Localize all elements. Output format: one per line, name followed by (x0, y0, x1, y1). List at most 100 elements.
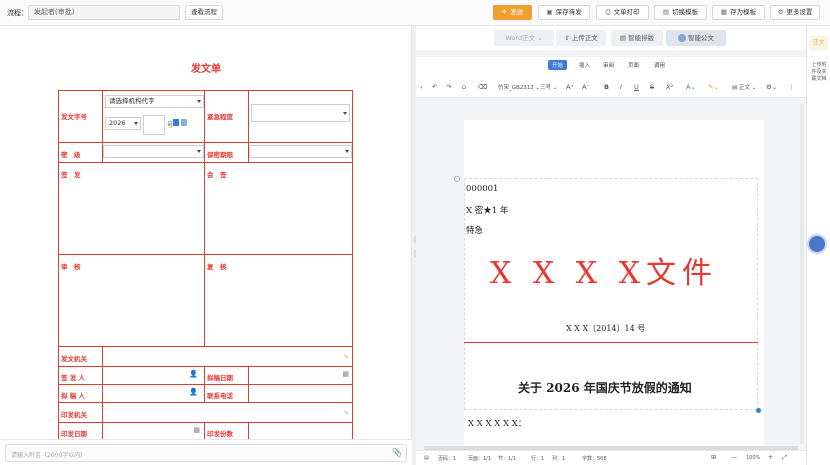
person-icon[interactable]: 👤 (189, 370, 198, 378)
save-icon: ▣ (546, 8, 553, 16)
superscript-icon[interactable]: X² (666, 83, 673, 91)
strikethrough-icon[interactable]: S (650, 83, 654, 91)
status-section: 节：1/1 (498, 456, 517, 462)
italic-icon[interactable]: I (620, 83, 622, 91)
zoom-out-icon[interactable]: — (731, 454, 737, 461)
person-icon[interactable]: 👤 (189, 388, 198, 396)
issuer-org-field[interactable]: ✎ (103, 347, 353, 367)
fullscreen-icon[interactable]: ⤢ (782, 454, 787, 462)
recheck-area[interactable]: 复 核 (205, 255, 353, 347)
menu-page[interactable]: 页面 (628, 61, 639, 69)
doc-view-icon[interactable]: ▤ (424, 455, 429, 461)
doc-serial: 000001 (466, 184, 499, 194)
phone-field[interactable] (249, 385, 353, 403)
font-name-select[interactable]: 仿宋_GB2312 ⌄ (498, 83, 540, 91)
menu-review[interactable]: 审阅 (603, 61, 614, 69)
attachment-note-input[interactable]: 请输入附言（2000字以内） 📎 (5, 444, 407, 462)
status-page: 页码：1 (438, 456, 457, 462)
bold-icon[interactable]: B (604, 83, 609, 91)
zoom-in-icon[interactable]: + (768, 454, 773, 461)
form-panel: 发文单 发文字号 请选择机构代字 2026 号 紧急程度 密 级 保密期限 签 … (0, 26, 412, 439)
calendar-icon[interactable]: ▦ (193, 426, 200, 434)
review-area[interactable]: 审 核 (59, 255, 205, 347)
more-icon[interactable]: ⋮ (788, 83, 795, 91)
draft-date-field[interactable]: ▦ (249, 367, 353, 385)
undo-icon[interactable]: ↶ (432, 83, 437, 91)
org-code-select[interactable]: 请选择机构代字 (105, 95, 204, 108)
ai-icon (678, 34, 686, 42)
tab-smart-layout[interactable]: ▤ 智能排版 (611, 30, 663, 46)
font-color-icon[interactable]: A⌄ (686, 83, 696, 91)
flow-label: 流程： (7, 9, 28, 17)
edit-icon[interactable]: ✎ (344, 354, 349, 361)
font-size-select[interactable]: 三号 ⌄ (540, 83, 557, 91)
tab-word-body[interactable]: Word正文 ⌄ (494, 30, 554, 46)
paragraph-style-select[interactable]: ▤ 正文 ⌄ (732, 83, 756, 91)
flow-select[interactable]: 发起者(审批) (28, 5, 180, 20)
doc-number-input[interactable] (143, 115, 165, 135)
edit-icon[interactable]: ✎ (344, 410, 349, 417)
doc-secret: X 密★1 年 (466, 206, 509, 216)
secret-period-label: 保密期限 (207, 151, 233, 159)
font-grow-icon[interactable]: A⁺ (566, 83, 574, 91)
tab-upload-body[interactable]: ⇪ 上传正文 (556, 30, 606, 46)
refresh-number-icon[interactable] (181, 119, 187, 126)
font-shrink-icon[interactable]: A⁻ (582, 83, 590, 91)
attachment-note-bar: 请输入附言（2000字以内） 📎 (0, 439, 412, 465)
sidebar-tab-body[interactable]: 正文 (810, 36, 828, 50)
print-copies-field[interactable] (249, 423, 353, 439)
review-label: 审 核 (61, 263, 81, 271)
gear-icon: ⚙ (777, 8, 784, 16)
view-flow-button[interactable]: 查看流程 (185, 5, 223, 20)
switch-template-button[interactable]: ▤ 切换模板 (654, 5, 707, 20)
urgency-select[interactable] (251, 104, 350, 122)
print-org-field[interactable]: ✎ (103, 403, 353, 423)
form-title: 发文单 (191, 64, 221, 75)
tab-smart-doc[interactable]: 智能公文 (666, 30, 726, 46)
resize-handle[interactable] (756, 408, 761, 413)
more-settings-button[interactable]: ⚙ 更多设置 (770, 5, 820, 20)
sidebar-tab-attachments[interactable]: 上传附件及关联文档 (810, 62, 828, 83)
menu-call[interactable]: 调用 (654, 61, 665, 69)
status-row: 行：1 (531, 456, 545, 462)
signer-field[interactable]: 👤 (103, 367, 205, 385)
send-icon: ✈ (501, 8, 508, 16)
secret-level-select[interactable] (103, 145, 204, 158)
save-draft-button[interactable]: ▣ 保存待发 (538, 5, 590, 20)
upload-icon: ⇪ (564, 34, 572, 42)
move-handle-icon[interactable] (454, 176, 460, 182)
editor-panel: Word正文 ⌄ Word正文 ⌄ ⇪ 上传正文 ▤ 智能排版 智能公文 开始 … (416, 26, 806, 465)
secret-period-select[interactable] (249, 145, 352, 158)
doc-addressee: X X X X X X： (468, 419, 527, 429)
editor-scrollbar[interactable] (800, 104, 804, 444)
recheck-label: 复 核 (207, 263, 227, 271)
sign-area[interactable]: 签 发 (59, 163, 205, 255)
menu-start[interactable]: 开始 (548, 60, 568, 70)
menu-insert[interactable]: 插入 (579, 61, 590, 69)
document-page[interactable]: 000001 X 密★1 年 特急 X X X X文件 X X X〔2014〕1… (454, 120, 764, 465)
save-template-button[interactable]: ▦ 存为模板 (712, 5, 765, 20)
underline-icon[interactable]: U (634, 83, 639, 91)
send-button[interactable]: ✈ 发送 (493, 5, 532, 20)
layout-icon: ▤ (619, 34, 629, 42)
doc-red-header: X X X X文件 (490, 256, 719, 291)
highlight-icon[interactable]: ✎⌄ (708, 83, 719, 91)
clear-format-icon[interactable]: ⌫ (478, 83, 487, 91)
expand-icon[interactable]: ‹ (420, 83, 423, 91)
issuer-org-label: 发文机关 (61, 355, 87, 363)
print-button[interactable]: ⎙ 文单打印 (596, 5, 649, 20)
paperclip-icon[interactable]: 📎 (392, 448, 402, 457)
assistant-icon[interactable] (807, 234, 827, 254)
countersign-area[interactable]: 会 签 (205, 163, 353, 255)
draft-date-label: 拟稿日期 (207, 374, 233, 382)
print-date-field[interactable]: ▦ (103, 423, 205, 439)
year-select[interactable]: 2026 (105, 117, 141, 130)
redo-icon[interactable]: ↷ (446, 83, 451, 91)
status-bar: ▤ 页码：1 页面：1/1 节：1/1 行：1 列：1 字数：568 ⊞ — 1… (416, 450, 806, 465)
settings-icon[interactable]: ⚙⌄ (766, 83, 777, 91)
drafter-field[interactable]: 👤 (103, 385, 205, 403)
calendar-icon[interactable]: ▦ (342, 370, 349, 378)
number-picker-icon[interactable] (173, 119, 179, 126)
zoom-fit-icon[interactable]: ⊞ (711, 454, 716, 461)
format-painter-icon[interactable]: ⌂ (462, 83, 466, 91)
